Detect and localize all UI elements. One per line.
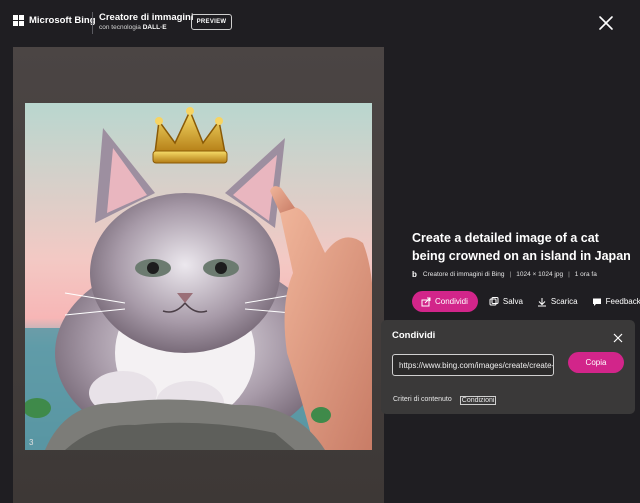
- share-icon: [421, 297, 431, 306]
- feedback-button[interactable]: Feedback: [592, 297, 640, 307]
- meta-separator: |: [568, 271, 570, 278]
- meta-age: 1 ora fa: [574, 271, 597, 278]
- share-popup-close-button[interactable]: [613, 330, 623, 343]
- share-url-field[interactable]: https://www.bing.com/images/create/creat…: [392, 354, 554, 376]
- header-divider: [92, 12, 93, 34]
- app-title-text: Creatore di immagini: [99, 12, 194, 23]
- download-label: Scarica: [550, 297, 578, 306]
- image-meta: b Creatore di immagini di Bing | 1024 × …: [412, 270, 597, 279]
- download-button[interactable]: Scarica: [537, 297, 578, 307]
- feedback-icon: [592, 298, 601, 306]
- windows-logo-icon: [13, 15, 24, 26]
- share-popup-title: Condividi: [392, 330, 436, 341]
- top-bar: Microsoft Bing Creatore di immagini con …: [0, 0, 640, 44]
- share-label: Condividi: [435, 297, 468, 306]
- app-title: Creatore di immagini con tecnologia DALL…: [99, 12, 194, 32]
- terms-link[interactable]: Condizioni: [459, 396, 497, 405]
- brand-name: Microsoft Bing: [29, 15, 96, 26]
- collection-icon: [489, 296, 499, 305]
- action-bar: Condividi Salva Scarica Feedback: [412, 291, 640, 312]
- close-icon: [613, 333, 623, 343]
- subtitle-model: DALL·E: [142, 24, 167, 31]
- download-icon: [537, 297, 546, 306]
- cat-crown-illustration: [25, 103, 372, 450]
- content-policy-link[interactable]: Criteri di contenuto: [393, 396, 452, 405]
- app-subtitle: con tecnologia DALL·E: [99, 23, 194, 32]
- image-counter: 3: [29, 438, 34, 447]
- microsoft-bing-logo[interactable]: Microsoft Bing: [13, 15, 96, 26]
- meta-separator: |: [509, 271, 512, 278]
- copy-button[interactable]: Copia: [568, 352, 624, 373]
- subtitle-prefix: con tecnologia: [99, 24, 141, 31]
- popup-links: Criteri di contenuto Condizioni: [393, 396, 497, 405]
- meta-size: 1024 × 1024 jpg: [516, 271, 564, 278]
- close-icon: [599, 16, 613, 30]
- preview-badge: PREVIEW: [191, 14, 232, 30]
- share-button[interactable]: Condividi: [412, 291, 478, 312]
- save-button[interactable]: Salva: [489, 296, 523, 307]
- prompt-text: Create a detailed image of a cat being c…: [412, 231, 631, 263]
- generated-image[interactable]: 3: [25, 103, 372, 450]
- bing-b-icon: b: [412, 270, 417, 279]
- image-panel: 3: [13, 47, 384, 503]
- save-label: Salva: [502, 297, 523, 306]
- close-viewer-button[interactable]: [596, 13, 616, 33]
- feedback-label: Feedback: [605, 297, 640, 306]
- share-popup: Condividi https://www.bing.com/images/cr…: [381, 320, 635, 414]
- meta-source: Creatore di immagini di Bing: [422, 271, 505, 278]
